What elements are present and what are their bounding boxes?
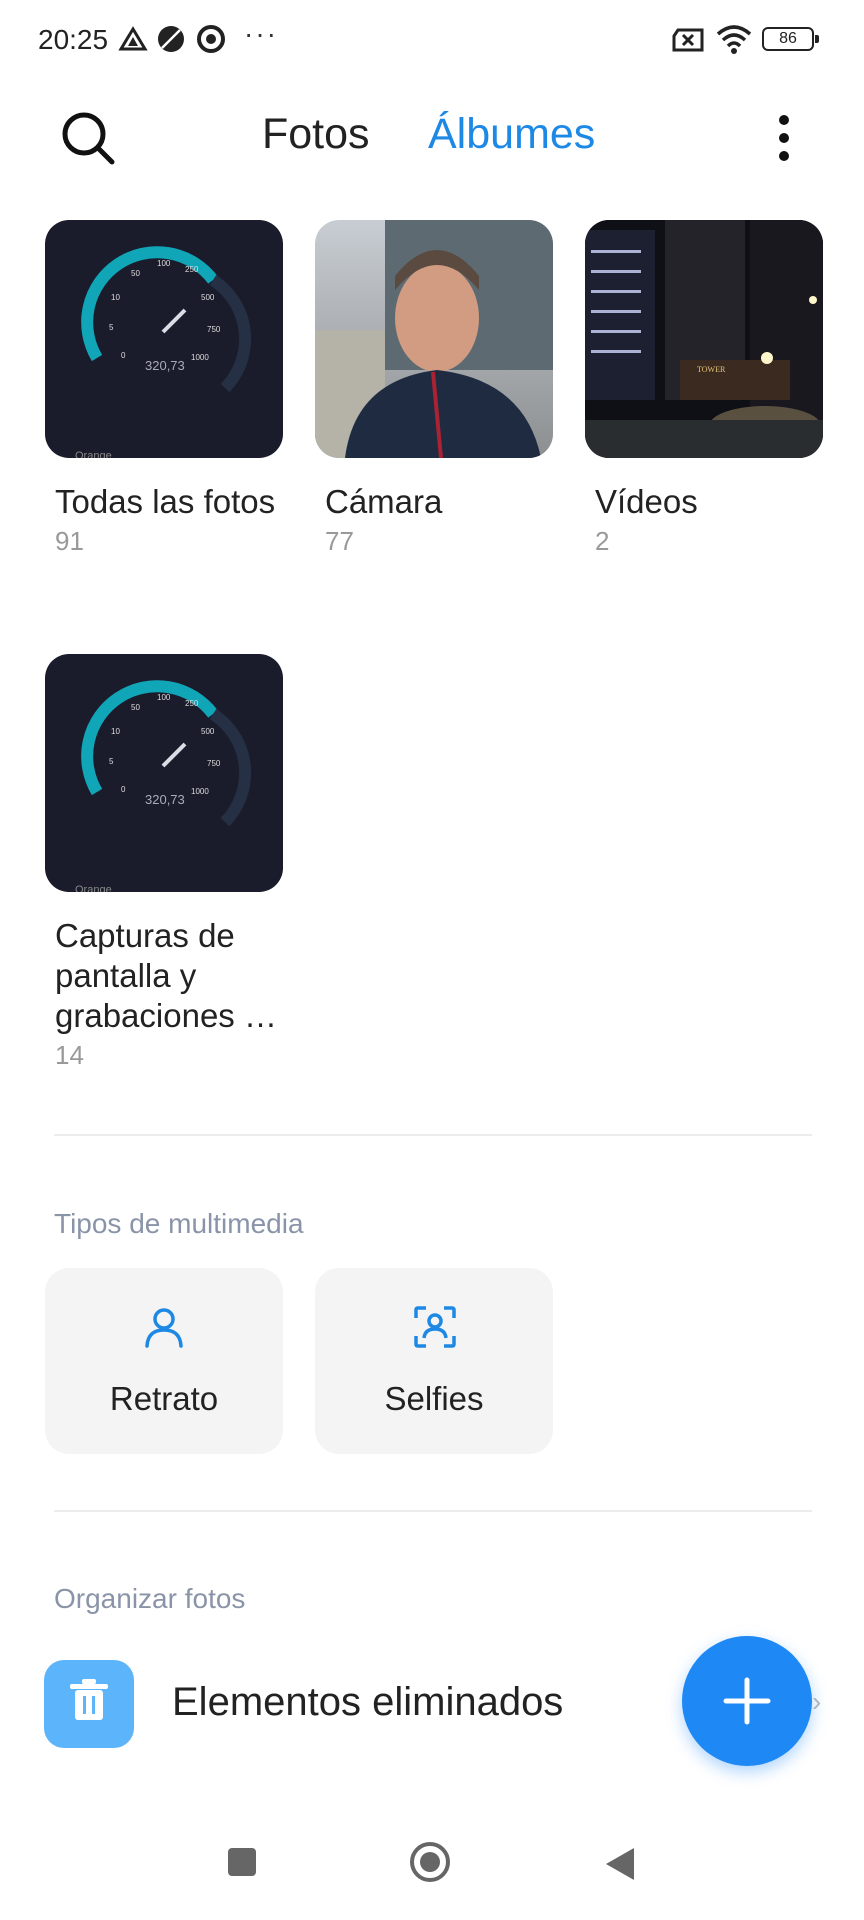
svg-text:0: 0 [121, 351, 126, 360]
back-icon[interactable] [604, 1846, 636, 1882]
plus-icon [723, 1677, 771, 1725]
svg-text:500: 500 [201, 293, 215, 302]
thumbnail-brand-text: Orange [75, 884, 112, 892]
selfie-photo [315, 220, 553, 458]
status-time: 20:25 [38, 24, 109, 55]
battery-indicator: 86 [762, 27, 819, 51]
speedometer-image: 0 5 10 50 100 250 500 750 1000 320,73 [81, 680, 252, 827]
svg-text:10: 10 [111, 293, 120, 302]
svg-text:10: 10 [111, 727, 120, 736]
tab-fotos[interactable]: Fotos [262, 110, 370, 159]
status-bar: 20:25 ··· 86 [0, 0, 864, 80]
album-name: Capturas de pantalla y grabaciones … [55, 917, 277, 1034]
album-name: Todas las fotos [55, 483, 276, 520]
album-thumbnail: TOWER [585, 220, 823, 458]
svg-text:250: 250 [185, 699, 199, 708]
search-icon[interactable] [58, 108, 118, 168]
album-count: 77 [325, 526, 354, 556]
svg-text:5: 5 [109, 323, 114, 332]
more-notifications-icon: ··· [244, 18, 278, 49]
svg-text:320,73: 320,73 [145, 358, 185, 373]
no-sim-icon [672, 28, 704, 52]
night-building-photo: TOWER [585, 220, 823, 458]
album-thumbnail [315, 220, 553, 458]
album-todas-las-fotos[interactable]: 0 5 10 50 100 250 500 750 1000 320,73 Or… [45, 220, 285, 557]
deleted-items-label: Elementos eliminados [172, 1680, 564, 1724]
dark-circle-icon [158, 26, 184, 52]
trash-icon [44, 1660, 134, 1748]
svg-text:250: 250 [185, 265, 199, 274]
chevron-right-icon: › [812, 1686, 822, 1717]
home-icon[interactable] [408, 1840, 452, 1884]
recents-icon[interactable] [226, 1846, 258, 1878]
portrait-icon [145, 1308, 183, 1348]
media-type-label: Retrato [109, 1380, 219, 1417]
album-name: Vídeos [595, 483, 698, 520]
svg-text:100: 100 [157, 259, 171, 268]
svg-text:500: 500 [201, 727, 215, 736]
svg-text:TOWER: TOWER [697, 365, 726, 374]
svg-text:320,73: 320,73 [145, 792, 185, 807]
wifi-icon [716, 25, 752, 54]
selfie-icon [414, 1306, 456, 1348]
svg-text:5: 5 [109, 757, 114, 766]
media-type-selfies[interactable]: Selfies [315, 1268, 553, 1454]
svg-text:750: 750 [207, 325, 221, 334]
more-vertical-icon[interactable] [764, 110, 804, 166]
album-count: 14 [55, 1040, 84, 1070]
album-camara[interactable]: Cámara 77 [315, 220, 555, 557]
add-album-button[interactable] [682, 1636, 812, 1766]
svg-text:0: 0 [121, 785, 126, 794]
divider [54, 1510, 812, 1512]
album-count: 2 [595, 526, 610, 556]
album-capturas[interactable]: 0 5 10 50 100 250 500 750 1000 320,73 Or… [45, 654, 285, 1071]
svg-text:50: 50 [131, 703, 140, 712]
media-type-retrato[interactable]: Retrato [45, 1268, 283, 1454]
album-thumbnail: 0 5 10 50 100 250 500 750 1000 320,73 Or… [45, 220, 283, 458]
svg-text:1000: 1000 [191, 787, 209, 796]
album-videos[interactable]: TOWER Vídeos 2 [585, 220, 825, 557]
media-type-label: Selfies [384, 1380, 484, 1417]
album-thumbnail: 0 5 10 50 100 250 500 750 1000 320,73 Or… [45, 654, 283, 892]
section-title-organize: Organizar fotos [54, 1583, 246, 1614]
drive-icon [118, 26, 148, 51]
svg-text:1000: 1000 [191, 353, 209, 362]
divider [54, 1134, 812, 1136]
speedometer-image: 0 5 10 50 100 250 500 750 1000 320,73 [81, 246, 252, 393]
chrome-icon [197, 25, 225, 53]
album-count: 91 [55, 526, 84, 556]
section-title-media-types: Tipos de multimedia [54, 1208, 304, 1239]
svg-text:100: 100 [157, 693, 171, 702]
svg-text:50: 50 [131, 269, 140, 278]
album-name: Cámara [325, 483, 443, 520]
tab-albumes[interactable]: Álbumes [428, 110, 595, 159]
svg-text:750: 750 [207, 759, 221, 768]
thumbnail-brand-text: Orange [75, 450, 112, 458]
